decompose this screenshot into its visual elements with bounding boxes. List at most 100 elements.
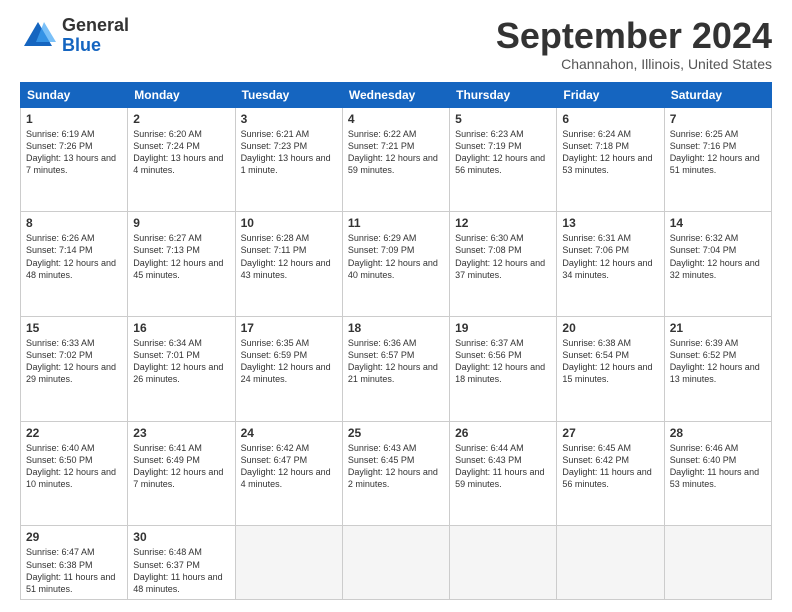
day-info: Sunrise: 6:30 AMSunset: 7:08 PMDaylight:… [455,232,551,281]
table-row: 29 Sunrise: 6:47 AMSunset: 6:38 PMDaylig… [21,526,772,600]
day-cell-19: 19 Sunrise: 6:37 AMSunset: 6:56 PMDaylig… [450,317,557,422]
title-block: September 2024 Channahon, Illinois, Unit… [496,16,772,72]
day-cell-20: 20 Sunrise: 6:38 AMSunset: 6:54 PMDaylig… [557,317,664,422]
day-cell-21: 21 Sunrise: 6:39 AMSunset: 6:52 PMDaylig… [664,317,771,422]
day-info: Sunrise: 6:38 AMSunset: 6:54 PMDaylight:… [562,337,658,386]
day-number: 10 [241,216,337,230]
day-cell-16: 16 Sunrise: 6:34 AMSunset: 7:01 PMDaylig… [128,317,235,422]
day-info: Sunrise: 6:37 AMSunset: 6:56 PMDaylight:… [455,337,551,386]
day-cell-27: 27 Sunrise: 6:45 AMSunset: 6:42 PMDaylig… [557,421,664,526]
day-cell-10: 10 Sunrise: 6:28 AMSunset: 7:11 PMDaylig… [235,212,342,317]
day-cell-15: 15 Sunrise: 6:33 AMSunset: 7:02 PMDaylig… [21,317,128,422]
day-number: 15 [26,321,122,335]
day-number: 3 [241,112,337,126]
day-info: Sunrise: 6:46 AMSunset: 6:40 PMDaylight:… [670,442,766,491]
day-cell-5: 5 Sunrise: 6:23 AMSunset: 7:19 PMDayligh… [450,107,557,212]
day-cell-29: 29 Sunrise: 6:47 AMSunset: 6:38 PMDaylig… [21,526,128,600]
day-info: Sunrise: 6:21 AMSunset: 7:23 PMDaylight:… [241,128,337,177]
day-number: 2 [133,112,229,126]
day-cell-24: 24 Sunrise: 6:42 AMSunset: 6:47 PMDaylig… [235,421,342,526]
day-number: 17 [241,321,337,335]
day-number: 13 [562,216,658,230]
day-info: Sunrise: 6:28 AMSunset: 7:11 PMDaylight:… [241,232,337,281]
day-info: Sunrise: 6:26 AMSunset: 7:14 PMDaylight:… [26,232,122,281]
day-number: 6 [562,112,658,126]
day-number: 1 [26,112,122,126]
empty-cell [450,526,557,600]
col-thursday: Thursday [450,82,557,107]
day-number: 7 [670,112,766,126]
day-info: Sunrise: 6:29 AMSunset: 7:09 PMDaylight:… [348,232,444,281]
day-info: Sunrise: 6:42 AMSunset: 6:47 PMDaylight:… [241,442,337,491]
day-info: Sunrise: 6:39 AMSunset: 6:52 PMDaylight:… [670,337,766,386]
day-number: 21 [670,321,766,335]
table-row: 1 Sunrise: 6:19 AMSunset: 7:26 PMDayligh… [21,107,772,212]
day-cell-17: 17 Sunrise: 6:35 AMSunset: 6:59 PMDaylig… [235,317,342,422]
day-number: 24 [241,426,337,440]
day-info: Sunrise: 6:36 AMSunset: 6:57 PMDaylight:… [348,337,444,386]
day-cell-8: 8 Sunrise: 6:26 AMSunset: 7:14 PMDayligh… [21,212,128,317]
day-cell-28: 28 Sunrise: 6:46 AMSunset: 6:40 PMDaylig… [664,421,771,526]
page: General Blue September 2024 Channahon, I… [0,0,792,612]
header: General Blue September 2024 Channahon, I… [20,16,772,72]
day-info: Sunrise: 6:19 AMSunset: 7:26 PMDaylight:… [26,128,122,177]
day-info: Sunrise: 6:41 AMSunset: 6:49 PMDaylight:… [133,442,229,491]
col-tuesday: Tuesday [235,82,342,107]
day-info: Sunrise: 6:35 AMSunset: 6:59 PMDaylight:… [241,337,337,386]
day-info: Sunrise: 6:20 AMSunset: 7:24 PMDaylight:… [133,128,229,177]
day-number: 25 [348,426,444,440]
day-cell-7: 7 Sunrise: 6:25 AMSunset: 7:16 PMDayligh… [664,107,771,212]
table-row: 22 Sunrise: 6:40 AMSunset: 6:50 PMDaylig… [21,421,772,526]
location: Channahon, Illinois, United States [496,56,772,72]
day-info: Sunrise: 6:24 AMSunset: 7:18 PMDaylight:… [562,128,658,177]
logo: General Blue [20,16,129,56]
day-number: 30 [133,530,229,544]
day-info: Sunrise: 6:22 AMSunset: 7:21 PMDaylight:… [348,128,444,177]
day-cell-26: 26 Sunrise: 6:44 AMSunset: 6:43 PMDaylig… [450,421,557,526]
day-number: 16 [133,321,229,335]
day-cell-13: 13 Sunrise: 6:31 AMSunset: 7:06 PMDaylig… [557,212,664,317]
empty-cell [235,526,342,600]
day-cell-25: 25 Sunrise: 6:43 AMSunset: 6:45 PMDaylig… [342,421,449,526]
day-info: Sunrise: 6:23 AMSunset: 7:19 PMDaylight:… [455,128,551,177]
day-number: 23 [133,426,229,440]
day-number: 8 [26,216,122,230]
table-row: 8 Sunrise: 6:26 AMSunset: 7:14 PMDayligh… [21,212,772,317]
day-info: Sunrise: 6:34 AMSunset: 7:01 PMDaylight:… [133,337,229,386]
day-info: Sunrise: 6:40 AMSunset: 6:50 PMDaylight:… [26,442,122,491]
empty-cell [342,526,449,600]
table-row: 15 Sunrise: 6:33 AMSunset: 7:02 PMDaylig… [21,317,772,422]
col-monday: Monday [128,82,235,107]
day-number: 5 [455,112,551,126]
day-number: 4 [348,112,444,126]
day-cell-18: 18 Sunrise: 6:36 AMSunset: 6:57 PMDaylig… [342,317,449,422]
day-info: Sunrise: 6:32 AMSunset: 7:04 PMDaylight:… [670,232,766,281]
day-info: Sunrise: 6:47 AMSunset: 6:38 PMDaylight:… [26,546,122,595]
day-info: Sunrise: 6:45 AMSunset: 6:42 PMDaylight:… [562,442,658,491]
day-cell-4: 4 Sunrise: 6:22 AMSunset: 7:21 PMDayligh… [342,107,449,212]
logo-blue: Blue [62,35,101,55]
day-cell-30: 30 Sunrise: 6:48 AMSunset: 6:37 PMDaylig… [128,526,235,600]
day-info: Sunrise: 6:33 AMSunset: 7:02 PMDaylight:… [26,337,122,386]
day-number: 28 [670,426,766,440]
day-cell-3: 3 Sunrise: 6:21 AMSunset: 7:23 PMDayligh… [235,107,342,212]
day-info: Sunrise: 6:25 AMSunset: 7:16 PMDaylight:… [670,128,766,177]
day-info: Sunrise: 6:43 AMSunset: 6:45 PMDaylight:… [348,442,444,491]
day-info: Sunrise: 6:31 AMSunset: 7:06 PMDaylight:… [562,232,658,281]
day-cell-2: 2 Sunrise: 6:20 AMSunset: 7:24 PMDayligh… [128,107,235,212]
day-info: Sunrise: 6:27 AMSunset: 7:13 PMDaylight:… [133,232,229,281]
month-title: September 2024 [496,16,772,56]
day-number: 12 [455,216,551,230]
logo-icon [20,18,56,54]
day-number: 29 [26,530,122,544]
day-cell-23: 23 Sunrise: 6:41 AMSunset: 6:49 PMDaylig… [128,421,235,526]
day-number: 18 [348,321,444,335]
calendar-table: Sunday Monday Tuesday Wednesday Thursday… [20,82,772,600]
header-row: Sunday Monday Tuesday Wednesday Thursday… [21,82,772,107]
day-cell-14: 14 Sunrise: 6:32 AMSunset: 7:04 PMDaylig… [664,212,771,317]
day-cell-1: 1 Sunrise: 6:19 AMSunset: 7:26 PMDayligh… [21,107,128,212]
day-number: 14 [670,216,766,230]
logo-general: General [62,15,129,35]
day-number: 11 [348,216,444,230]
day-number: 26 [455,426,551,440]
